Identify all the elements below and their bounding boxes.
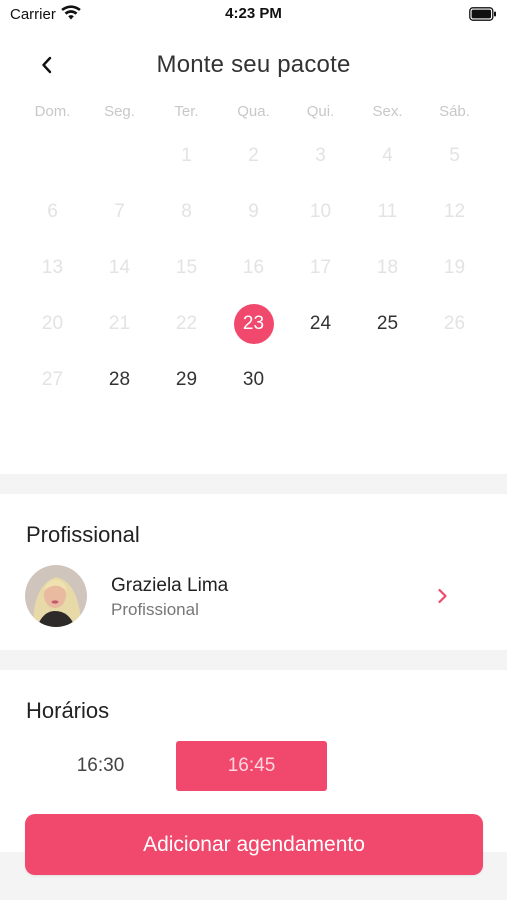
calendar-day: 1: [181, 145, 192, 166]
weekday-label: Qui.: [306, 103, 335, 120]
time-slot-1630[interactable]: 16:30: [25, 741, 176, 791]
calendar-day-selected[interactable]: 23: [220, 296, 287, 352]
calendar-day: 21: [108, 313, 131, 334]
calendar-day: 16: [242, 257, 265, 278]
battery-icon: [469, 7, 496, 21]
calendar-day[interactable]: 25: [354, 296, 421, 352]
selected-day-dot: [251, 344, 256, 349]
professional-row[interactable]: Graziela Lima Profissional: [0, 562, 507, 630]
status-time: 4:23 PM: [225, 5, 282, 22]
weekday-label: Sex.: [372, 103, 403, 120]
calendar-day[interactable]: 30: [220, 352, 287, 408]
calendar-day: 14: [108, 257, 131, 278]
calendar-day: 12: [443, 201, 466, 222]
calendar-day: 15: [175, 257, 198, 278]
weekday-label: Sáb.: [439, 103, 470, 120]
calendar-day: 3: [315, 145, 326, 166]
calendar-day: 8: [181, 201, 192, 222]
professional-role: Profissional: [111, 600, 199, 619]
calendar-day: 17: [309, 257, 332, 278]
calendar-day: 4: [382, 145, 393, 166]
time-slot-1645[interactable]: 16:45: [176, 741, 327, 791]
days-grid: 1 2 3 4 5 6 7 8 9 10 11 12 13 14 15 16 17 18 19 20 21 22 23 24 2…: [19, 128, 488, 408]
section-divider: [0, 650, 507, 670]
weekday-label: Ter.: [174, 103, 199, 120]
avatar: [25, 565, 87, 627]
calendar-empty-cell: [86, 128, 153, 184]
calendar-day: 26: [443, 313, 466, 334]
calendar-day: 6: [47, 201, 58, 222]
calendar-day: 13: [41, 257, 64, 278]
weekday-header: Dom. Seg. Ter. Qua. Qui. Sex. Sáb.: [19, 98, 488, 126]
weekday-label: Qua.: [237, 103, 270, 120]
calendar-day[interactable]: 24: [287, 296, 354, 352]
calendar-day: 18: [376, 257, 399, 278]
calendar-day: 2: [248, 145, 259, 166]
section-divider: [0, 474, 507, 494]
weekday-label: Seg.: [104, 103, 135, 120]
calendar-day: 22: [175, 313, 198, 334]
calendar-day: 5: [449, 145, 460, 166]
status-bar: Carrier 4:23 PM: [0, 0, 507, 30]
weekday-label: Dom.: [34, 103, 71, 120]
calendar-day[interactable]: 29: [153, 352, 220, 408]
chevron-right-icon: [438, 588, 447, 604]
calendar-day[interactable]: 28: [86, 352, 153, 408]
calendar-day: 9: [248, 201, 259, 222]
calendar-day: 19: [443, 257, 466, 278]
calendar-day: 27: [41, 369, 64, 390]
professional-name: Graziela Lima: [111, 575, 229, 596]
calendar-day: 7: [114, 201, 125, 222]
page-title: Monte seu pacote: [156, 51, 351, 78]
calendar-empty-cell: [19, 128, 86, 184]
calendar-day: 11: [377, 201, 398, 222]
calendar: Dom. Seg. Ter. Qua. Qui. Sex. Sáb. 12345…: [19, 98, 488, 408]
calendar-day: 20: [41, 313, 64, 334]
add-appointment-button[interactable]: Adicionar agendamento: [25, 814, 483, 875]
calendar-day: 10: [309, 201, 332, 222]
professional-section-title: Profissional: [26, 522, 140, 547]
schedule-section-title: Horários: [26, 698, 110, 723]
nav-bar: Monte seu pacote: [0, 44, 507, 88]
